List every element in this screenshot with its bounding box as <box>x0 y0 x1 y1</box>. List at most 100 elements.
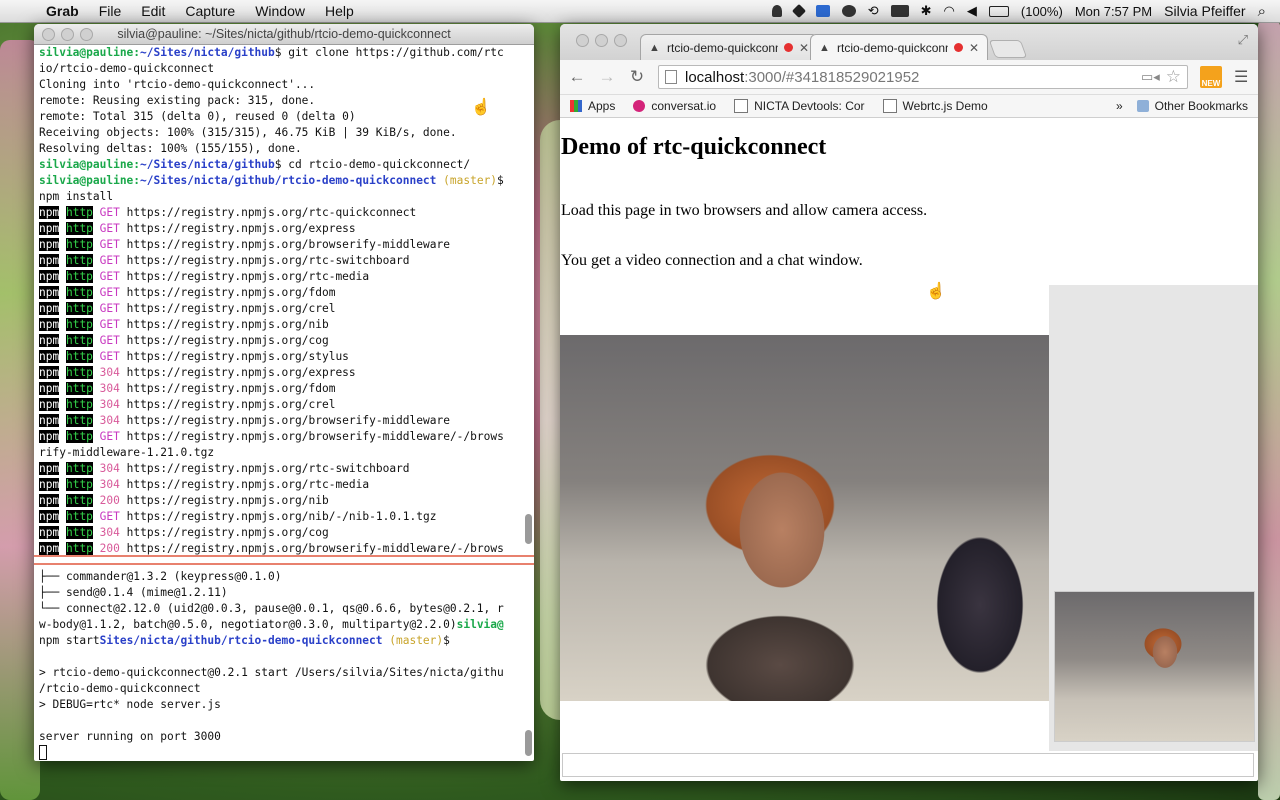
chat-input[interactable] <box>562 753 1254 777</box>
owl-icon[interactable] <box>841 5 856 17</box>
prompt-user: silvia@ <box>456 618 504 631</box>
battery-icon[interactable] <box>988 5 1009 17</box>
menubar: Grab File Edit Capture Window Help ⟲ ✱ ◠… <box>0 0 1280 23</box>
terminal-line: npm http GET https://registry.npmjs.org/… <box>39 429 524 445</box>
address-bar[interactable]: localhost :3000/#341818529021952 ▭◂ ☆ <box>658 65 1188 89</box>
minimize-window-button[interactable] <box>61 27 74 41</box>
remote-video[interactable] <box>560 335 1049 701</box>
instruction-paragraph: Load this page in two browsers and allow… <box>561 202 928 219</box>
close-window-button[interactable] <box>42 27 55 41</box>
page-info-icon[interactable] <box>665 70 677 84</box>
zoom-window-button[interactable] <box>614 34 627 47</box>
wifi-icon[interactable]: ◠ <box>944 3 955 19</box>
fullscreen-icon[interactable]: ⤢ <box>1238 32 1248 48</box>
back-icon[interactable]: ← <box>568 67 586 87</box>
menu-edit[interactable]: Edit <box>131 3 175 19</box>
terminal-line: npm http 200 https://registry.npmjs.org/… <box>39 493 524 509</box>
tab-1[interactable]: ▲ rtcio-demo-quickconne ✕ <box>640 34 818 60</box>
text-cursor <box>39 745 47 760</box>
menu-window[interactable]: Window <box>245 3 315 19</box>
new-tab-button[interactable] <box>988 40 1028 58</box>
request-url: https://registry.npmjs.org/browserify-mi… <box>126 238 450 251</box>
volume-icon[interactable]: ◀ <box>967 3 977 19</box>
extension-new-icon[interactable]: NEW <box>1200 66 1222 88</box>
npm-label: npm <box>39 494 60 507</box>
terminal-line: npm http GET https://registry.npmjs.org/… <box>39 205 524 221</box>
npm-label: npm <box>39 206 60 219</box>
user-name[interactable]: Silvia Pfeiffer <box>1164 3 1245 19</box>
spotlight-search-icon[interactable]: ⌕ <box>1258 3 1266 20</box>
http-code: GET <box>99 350 120 363</box>
npm-label: npm <box>39 510 60 523</box>
http-code: 304 <box>99 414 120 427</box>
apps-grid-icon <box>570 100 582 112</box>
http-label: http <box>65 238 93 251</box>
dropbox-icon[interactable] <box>815 5 830 17</box>
bluetooth-icon[interactable]: ✱ <box>921 3 932 19</box>
local-video[interactable] <box>1054 591 1255 742</box>
bookmark-nicta-devtools[interactable]: NICTA Devtools: Cor <box>734 99 865 113</box>
close-tab-icon[interactable]: ✕ <box>799 41 809 55</box>
drive-icon[interactable] <box>791 3 806 19</box>
http-label: http <box>65 270 93 283</box>
terminal-line: ├── commander@1.3.2 (keypress@0.1.0) <box>39 569 524 585</box>
terminal-line: ├── send@0.1.4 (mime@1.2.11) <box>39 585 524 601</box>
time-machine-icon[interactable]: ⟲ <box>868 3 879 19</box>
zoom-window-button[interactable] <box>80 27 93 41</box>
terminal-line: npm http GET https://registry.npmjs.org/… <box>39 221 524 237</box>
terminal-scrollbar-bottom[interactable] <box>525 730 532 756</box>
terminal-line: > rtcio-demo-quickconnect@0.2.1 start /U… <box>39 665 524 681</box>
minimize-window-button[interactable] <box>595 34 608 47</box>
menu-capture[interactable]: Capture <box>175 3 245 19</box>
bookmark-apps[interactable]: Apps <box>570 99 615 113</box>
camera-indicator-icon[interactable]: ▭◂ <box>1141 69 1160 85</box>
terminal-titlebar[interactable]: silvia@pauline: ~/Sites/nicta/github/rtc… <box>34 24 534 45</box>
menu-file[interactable]: File <box>89 3 132 19</box>
terminal-scrollbar-top[interactable] <box>525 514 532 544</box>
terminal-text: Receiving objects: 100% (315/315), 46.75… <box>39 126 457 139</box>
bookmark-label: NICTA Devtools: Cor <box>754 99 865 113</box>
terminal-line: w-body@1.1.2, batch@0.5.0, negotiator@0.… <box>39 617 524 633</box>
http-label: http <box>65 254 93 267</box>
tab-2[interactable]: ▲ rtcio-demo-quickconne ✕ <box>810 34 988 60</box>
other-bookmarks[interactable]: Other Bookmarks <box>1136 99 1248 113</box>
terminal-pane-bottom[interactable]: ├── commander@1.3.2 (keypress@0.1.0) ├── … <box>34 569 529 761</box>
http-label: http <box>65 222 93 235</box>
http-code: 304 <box>99 382 120 395</box>
notification-icon[interactable] <box>771 5 782 17</box>
bookmark-conversat[interactable]: conversat.io <box>633 99 716 113</box>
menu-help[interactable]: Help <box>315 3 364 19</box>
bookmarks-overflow-button[interactable]: » <box>1116 99 1123 113</box>
npm-label: npm <box>39 382 60 395</box>
bookmark-star-icon[interactable]: ☆ <box>1166 67 1181 87</box>
npm-label: npm <box>39 430 60 443</box>
split-pane-divider[interactable] <box>34 555 534 565</box>
npm-label: npm <box>39 254 60 267</box>
cpu-meter-icon[interactable] <box>890 5 909 17</box>
app-menu[interactable]: Grab <box>36 3 89 19</box>
terminal-title: silvia@pauline: ~/Sites/nicta/github/rtc… <box>117 27 451 41</box>
close-tab-icon[interactable]: ✕ <box>969 41 979 55</box>
close-window-button[interactable] <box>576 34 589 47</box>
terminal-line: server running on port 3000 <box>39 729 524 745</box>
clock[interactable]: Mon 7:57 PM <box>1075 4 1152 19</box>
reload-icon[interactable]: ↻ <box>628 67 646 87</box>
hand-cursor-icon: ☝ <box>926 283 946 300</box>
terminal-pane-top[interactable]: silvia@pauline:~/Sites/nicta/github$ git… <box>34 45 529 575</box>
page-favicon-icon: ▲ <box>819 41 830 54</box>
bookmark-webrtc-demo[interactable]: Webrtc.js Demo <box>882 99 988 113</box>
browser-menu-icon[interactable]: ☰ <box>1234 67 1248 87</box>
forward-icon[interactable]: → <box>598 67 616 87</box>
